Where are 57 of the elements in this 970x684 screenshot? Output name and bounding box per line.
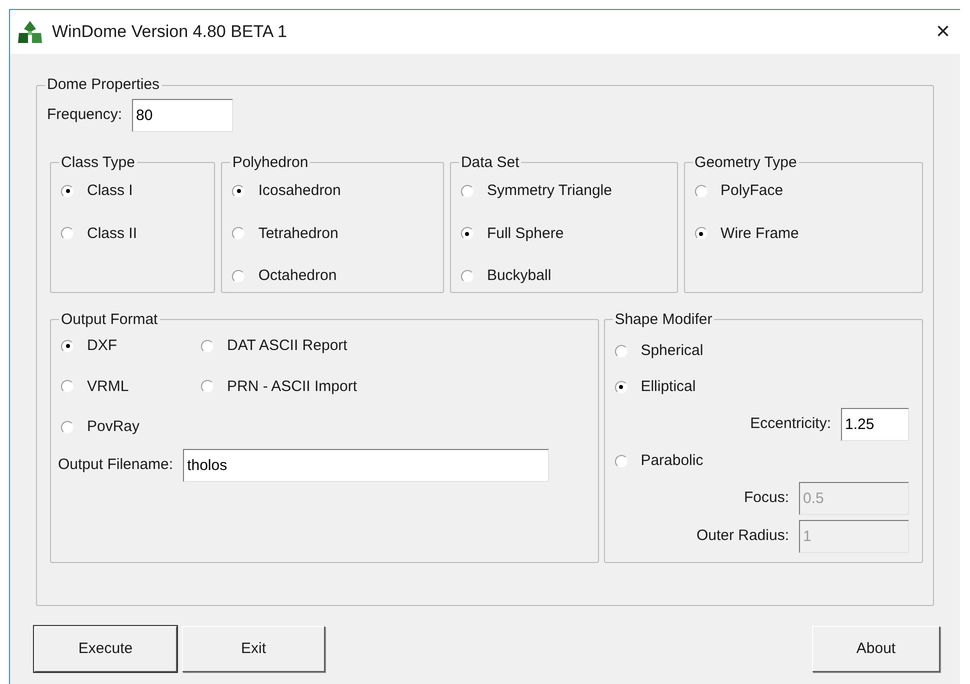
radio-label: DAT ASCII Report xyxy=(227,336,348,356)
dialog-button[interactable]: Exit xyxy=(182,626,325,672)
radio-button[interactable] xyxy=(61,184,74,198)
radio-button[interactable] xyxy=(694,184,708,198)
field-label: Outer Radius: xyxy=(696,526,789,546)
radio-label: VRML xyxy=(87,376,129,396)
dialog-button[interactable]: Execute xyxy=(34,626,177,672)
close-button[interactable]: × xyxy=(936,20,950,44)
frequency-label: Frequency: xyxy=(47,104,122,125)
radio-button[interactable] xyxy=(460,184,474,198)
radio-label: Parabolic xyxy=(640,450,704,471)
text-field[interactable]: 1.25 xyxy=(841,408,909,440)
radio-label: DXF xyxy=(87,336,117,356)
filename-label: Output Filename: xyxy=(58,454,174,475)
text-field[interactable]: 80 xyxy=(132,98,234,132)
radio-button[interactable] xyxy=(614,344,628,358)
group-title: Data Set xyxy=(460,152,520,172)
radio-label: Symmetry Triangle xyxy=(486,181,612,201)
radio-label: Spherical xyxy=(640,340,704,361)
radio-label: PolyFace xyxy=(720,181,784,201)
radio-label: Class II xyxy=(87,224,138,244)
window-title: WinDome Version 4.80 BETA 1 xyxy=(52,21,287,44)
radio-button[interactable] xyxy=(460,270,474,283)
group-title: Class Type xyxy=(60,152,136,172)
radio-label: PRN - ASCII Import xyxy=(227,376,358,396)
radio-label: Wire Frame xyxy=(720,224,799,244)
radio-label: Octahedron xyxy=(258,266,337,286)
radio-label: Buckyball xyxy=(486,266,552,286)
radio-button[interactable] xyxy=(614,380,628,394)
radio-label: Class I xyxy=(87,181,133,201)
radio-label: Icosahedron xyxy=(258,181,341,201)
radio-button[interactable] xyxy=(232,184,246,198)
radio-button[interactable] xyxy=(61,227,74,240)
group-title: Dome Properties xyxy=(46,75,161,95)
radio-button[interactable] xyxy=(61,380,74,394)
radio-button[interactable] xyxy=(460,227,474,240)
radio-button[interactable] xyxy=(201,340,214,353)
radio-button[interactable] xyxy=(614,454,628,468)
radio-label: Full Sphere xyxy=(486,224,564,244)
field-label: Eccentricity: xyxy=(750,414,831,434)
radio-button[interactable] xyxy=(694,227,708,240)
group-title: Polyhedron xyxy=(231,152,310,172)
group-title: Geometry Type xyxy=(694,152,798,172)
group-title: Shape Modifer xyxy=(614,310,714,330)
about-button[interactable]: About xyxy=(812,626,940,672)
text-field[interactable]: tholos xyxy=(183,448,550,482)
radio-label: Tetrahedron xyxy=(258,224,338,244)
radio-label: PovRay xyxy=(87,417,140,437)
field-label: Focus: xyxy=(744,488,789,508)
radio-button[interactable] xyxy=(201,380,214,394)
radio-button[interactable] xyxy=(61,340,74,353)
radio-button[interactable] xyxy=(232,227,246,240)
radio-button[interactable] xyxy=(61,420,74,434)
group-title: Output Format xyxy=(60,310,159,330)
radio-button[interactable] xyxy=(232,270,246,283)
radio-label: Elliptical xyxy=(640,376,696,397)
dome-logo-icon xyxy=(16,19,44,45)
